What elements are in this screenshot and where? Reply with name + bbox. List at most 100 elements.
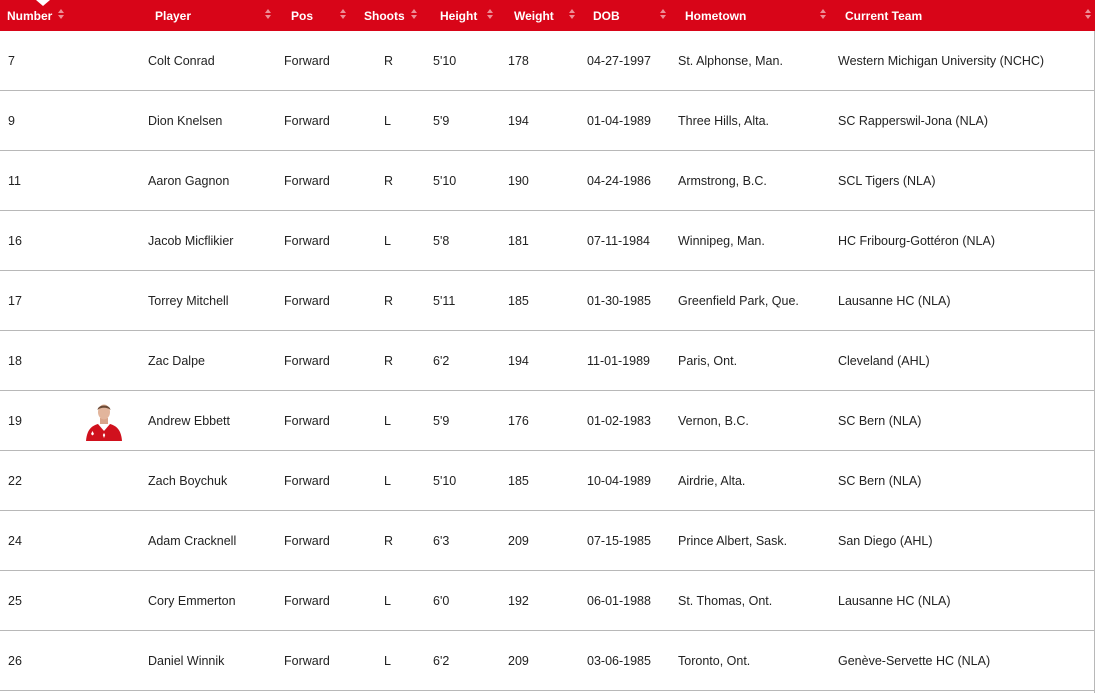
cell-number: 18 — [8, 353, 22, 368]
cell-dob: 07-11-1984 — [587, 233, 651, 248]
cell-player[interactable]: Colt Conrad — [148, 31, 215, 90]
sort-arrows-icon[interactable] — [820, 9, 826, 21]
column-header-pos[interactable]: Pos — [291, 0, 313, 31]
cell-shoots: L — [384, 653, 391, 668]
cell-pos: Forward — [284, 653, 330, 668]
cell-team: SC Bern (NLA) — [838, 413, 922, 428]
table-body: 7 Colt Conrad Forward R 5'10 178 04-27-1… — [0, 31, 1095, 691]
table-row[interactable]: 17 Torrey Mitchell Forward R 5'11 185 01… — [0, 271, 1095, 331]
cell-hometown: Vernon, B.C. — [678, 413, 749, 428]
sort-arrows-icon[interactable] — [487, 9, 493, 21]
cell-shoots: L — [384, 413, 391, 428]
sort-arrows-icon[interactable] — [660, 9, 666, 21]
column-header-hometown[interactable]: Hometown — [685, 0, 746, 31]
cell-player[interactable]: Zach Boychuk — [148, 451, 227, 510]
table-row[interactable]: 9 Dion Knelsen Forward L 5'9 194 01-04-1… — [0, 91, 1095, 151]
sort-arrows-icon[interactable] — [569, 9, 575, 21]
table-header: Number Player Pos Shoots Height Weight D… — [0, 0, 1095, 31]
cell-player[interactable]: Zac Dalpe — [148, 331, 205, 390]
cell-player[interactable]: Cory Emmerton — [148, 571, 236, 630]
cell-player[interactable]: Andrew Ebbett — [148, 391, 230, 450]
table-row[interactable]: 19 Andrew Ebbett Forward L 5'9 176 01-02… — [0, 391, 1095, 451]
roster-table: Number Player Pos Shoots Height Weight D… — [0, 0, 1095, 693]
sort-arrows-icon[interactable] — [265, 9, 271, 21]
player-headshot-avatar — [86, 404, 122, 441]
table-row[interactable]: 22 Zach Boychuk Forward L 5'10 185 10-04… — [0, 451, 1095, 511]
cell-player[interactable]: Jacob Micflikier — [148, 211, 233, 270]
cell-team: SC Rapperswil-Jona (NLA) — [838, 113, 989, 128]
column-header-label: Height — [440, 8, 478, 23]
column-header-player[interactable]: Player — [155, 0, 191, 31]
cell-shoots: R — [384, 293, 394, 308]
sort-arrows-icon[interactable] — [340, 9, 346, 21]
cell-hometown: Armstrong, B.C. — [678, 173, 767, 188]
column-header-label: DOB — [593, 8, 620, 23]
cell-weight: 185 — [508, 293, 529, 308]
cell-number: 22 — [8, 473, 22, 488]
cell-shoots: L — [384, 233, 391, 248]
cell-player[interactable]: Aaron Gagnon — [148, 151, 229, 210]
cell-pos: Forward — [284, 293, 330, 308]
table-row[interactable]: 26 Daniel Winnik Forward L 6'2 209 03-06… — [0, 631, 1095, 691]
cell-number: 16 — [8, 233, 22, 248]
table-row[interactable]: 7 Colt Conrad Forward R 5'10 178 04-27-1… — [0, 31, 1095, 91]
cell-hometown: St. Thomas, Ont. — [678, 593, 773, 608]
sort-arrows-icon[interactable] — [58, 9, 64, 21]
cell-height: 5'10 — [433, 173, 457, 188]
column-header-weight[interactable]: Weight — [514, 0, 554, 31]
cell-hometown: Winnipeg, Man. — [678, 233, 765, 248]
cell-player[interactable]: Adam Cracknell — [148, 511, 236, 570]
cell-hometown: Toronto, Ont. — [678, 653, 751, 668]
sort-arrows-icon[interactable] — [1085, 9, 1091, 21]
column-header-dob[interactable]: DOB — [593, 0, 620, 31]
cell-shoots: R — [384, 173, 394, 188]
cell-number: 19 — [8, 413, 22, 428]
cell-weight: 190 — [508, 173, 529, 188]
cell-player[interactable]: Daniel Winnik — [148, 631, 224, 690]
cell-number: 9 — [8, 113, 15, 128]
cell-pos: Forward — [284, 533, 330, 548]
cell-weight: 185 — [508, 473, 529, 488]
cell-hometown: Greenfield Park, Que. — [678, 293, 799, 308]
cell-height: 6'2 — [433, 353, 450, 368]
cell-dob: 04-27-1997 — [587, 53, 651, 68]
cell-height: 5'11 — [433, 293, 456, 308]
cell-height: 6'0 — [433, 593, 450, 608]
cell-shoots: R — [384, 53, 394, 68]
column-header-label: Number — [7, 8, 53, 23]
table-row[interactable]: 16 Jacob Micflikier Forward L 5'8 181 07… — [0, 211, 1095, 271]
cell-height: 6'2 — [433, 653, 450, 668]
table-row[interactable]: 11 Aaron Gagnon Forward R 5'10 190 04-24… — [0, 151, 1095, 211]
cell-weight: 194 — [508, 353, 529, 368]
column-header-current-team[interactable]: Current Team — [845, 0, 922, 31]
cell-height: 6'3 — [433, 533, 450, 548]
cell-player[interactable]: Torrey Mitchell — [148, 271, 229, 330]
cell-shoots: L — [384, 593, 391, 608]
cell-height: 5'10 — [433, 473, 457, 488]
cell-dob: 01-30-1985 — [587, 293, 651, 308]
cell-pos: Forward — [284, 53, 330, 68]
column-header-label: Shoots — [364, 8, 405, 23]
cell-shoots: R — [384, 533, 394, 548]
cell-team: Cleveland (AHL) — [838, 353, 930, 368]
column-header-shoots[interactable]: Shoots — [364, 0, 405, 31]
table-row[interactable]: 24 Adam Cracknell Forward R 6'3 209 07-1… — [0, 511, 1095, 571]
cell-number: 7 — [8, 53, 15, 68]
cell-hometown: Prince Albert, Sask. — [678, 533, 788, 548]
sort-arrows-icon[interactable] — [411, 9, 417, 21]
table-row[interactable]: 25 Cory Emmerton Forward L 6'0 192 06-01… — [0, 571, 1095, 631]
column-header-number[interactable]: Number — [7, 0, 52, 31]
cell-dob: 07-15-1985 — [587, 533, 651, 548]
table-row[interactable]: 18 Zac Dalpe Forward R 6'2 194 11-01-198… — [0, 331, 1095, 391]
cell-player[interactable]: Dion Knelsen — [148, 91, 222, 150]
cell-team: Lausanne HC (NLA) — [838, 593, 951, 608]
cell-dob: 10-04-1989 — [587, 473, 651, 488]
cell-dob: 03-06-1985 — [587, 653, 651, 668]
cell-shoots: R — [384, 353, 394, 368]
cell-pos: Forward — [284, 233, 330, 248]
cell-pos: Forward — [284, 113, 330, 128]
column-header-height[interactable]: Height — [440, 0, 477, 31]
cell-team: Western Michigan University (NCHC) — [838, 53, 1045, 68]
cell-weight: 192 — [508, 593, 529, 608]
cell-team: SCL Tigers (NLA) — [838, 173, 936, 188]
